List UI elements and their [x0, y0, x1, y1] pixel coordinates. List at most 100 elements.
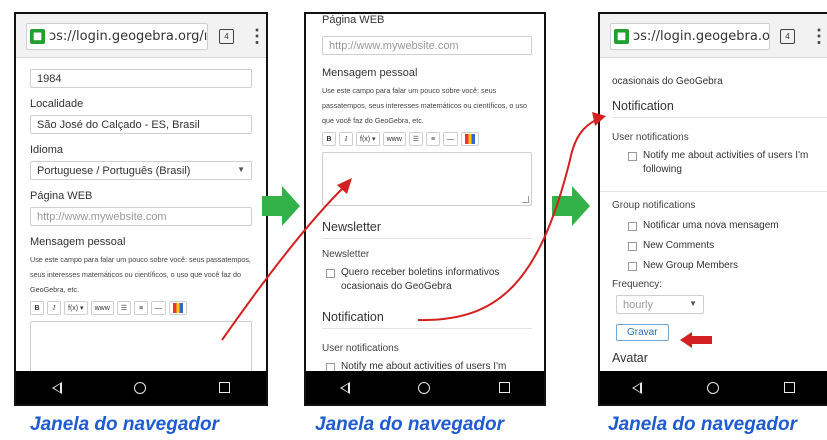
page-content: Página WEB http://www.mywebsite.com Mens… — [306, 14, 544, 371]
group-option[interactable]: Notificar uma nova mensagem — [612, 219, 827, 233]
page-content: 1984 Localidade São José do Calçado - ES… — [16, 58, 266, 371]
frequency-value: hourly — [623, 299, 653, 311]
group-option[interactable]: New Comments — [612, 239, 827, 253]
tabs-icon[interactable]: 4 — [219, 29, 234, 44]
group-option-label: New Comments — [643, 240, 715, 251]
formula-button[interactable]: f(x) ▾ — [64, 301, 88, 315]
horizontal-rule-button[interactable]: — — [443, 132, 459, 146]
url-text: ɔs://login.geogebra.org/ı — [633, 29, 770, 44]
editor-toolbar: B I f(x) ▾ www ☰ ≡ — — [322, 132, 532, 146]
birth-year-field[interactable]: 1984 — [30, 69, 252, 88]
localidade-field[interactable]: São José do Calçado - ES, Brasil — [30, 115, 252, 134]
color-button[interactable] — [461, 132, 480, 146]
newsletter-option[interactable]: Quero receber boletins informativos ocas… — [322, 266, 532, 294]
tabs-icon[interactable]: 4 — [780, 29, 795, 44]
group-notifications-label: Group notifications — [600, 191, 827, 211]
message-label: Mensagem pessoal — [322, 67, 418, 79]
bold-button[interactable]: B — [322, 132, 336, 146]
notification-heading: Notification — [322, 310, 532, 329]
caption-browser-window: Janela do navegador — [315, 414, 505, 435]
recents-icon[interactable] — [218, 382, 230, 393]
group-option-checkbox[interactable] — [628, 262, 637, 271]
notify-users-option[interactable]: Notify me about activities of users I'm … — [612, 149, 827, 177]
home-icon[interactable] — [418, 381, 431, 394]
android-nav-bar — [600, 371, 827, 404]
browser-toolbar: ■ ɔs://login.geogebra.org/ı 4 ⋮ — [16, 14, 266, 58]
idioma-label: Idioma — [30, 144, 64, 156]
address-bar[interactable]: ■ ɔs://login.geogebra.org/ı — [26, 23, 208, 50]
idioma-value: Portuguese / Português (Brasil) — [37, 165, 191, 177]
overflow-menu-icon[interactable]: ⋮ — [248, 24, 266, 48]
formula-button[interactable]: f(x) ▾ — [356, 132, 380, 146]
back-icon[interactable] — [52, 381, 63, 394]
group-option-checkbox[interactable] — [628, 222, 637, 231]
frequency-label: Frequency: — [612, 279, 663, 290]
back-icon[interactable] — [340, 381, 351, 394]
group-option-label: Notificar uma nova mensagem — [643, 220, 779, 231]
message-label: Mensagem pessoal — [30, 236, 126, 248]
localidade-label: Localidade — [30, 98, 84, 110]
lock-icon: ■ — [30, 29, 45, 44]
message-help-text: Use este campo para falar um pouco sobre… — [30, 255, 251, 294]
newsletter-continued-text: ocasionais do GeoGebra — [612, 76, 723, 87]
android-nav-bar — [306, 371, 544, 404]
recents-icon[interactable] — [498, 382, 510, 393]
notify-users-checkbox[interactable] — [628, 152, 637, 161]
numbered-list-button[interactable]: ≡ — [134, 301, 149, 315]
chevron-down-icon: ▼ — [689, 299, 697, 308]
newsletter-checkbox[interactable] — [326, 269, 335, 278]
webpage-field[interactable]: http://www.mywebsite.com — [30, 207, 252, 226]
italic-button[interactable]: I — [339, 132, 353, 146]
caption-browser-window: Janela do navegador — [30, 414, 220, 435]
home-icon[interactable] — [134, 381, 147, 394]
chevron-down-icon: ▼ — [237, 165, 245, 174]
back-icon[interactable] — [632, 381, 643, 394]
caption-browser-window: Janela do navegador — [608, 414, 798, 435]
color-button[interactable] — [169, 301, 188, 315]
horizontal-rule-button[interactable]: — — [151, 301, 167, 315]
android-nav-bar — [16, 371, 266, 404]
color-palette-icon — [465, 134, 476, 144]
notify-users-option[interactable]: Notify me about activities of users I'm — [322, 360, 532, 371]
address-bar[interactable]: ■ ɔs://login.geogebra.org/ı — [610, 23, 770, 50]
webpage-label: Página WEB — [322, 14, 385, 26]
phone-screen-3: ■ ɔs://login.geogebra.org/ı 4 ⋮ ocasiona… — [598, 12, 827, 406]
link-button[interactable]: www — [382, 132, 406, 146]
message-help-text: Use este campo para falar um pouco sobre… — [322, 86, 527, 125]
recents-icon[interactable] — [783, 382, 795, 393]
editor-toolbar: B I f(x) ▾ www ☰ ≡ — — [30, 301, 252, 315]
message-textarea[interactable] — [322, 152, 532, 206]
newsletter-label: Newsletter — [322, 249, 370, 260]
group-option-checkbox[interactable] — [628, 242, 637, 251]
browser-toolbar: ■ ɔs://login.geogebra.org/ı 4 ⋮ — [600, 14, 827, 58]
idioma-select[interactable]: Portuguese / Português (Brasil) ▼ — [30, 161, 252, 180]
bullet-list-button[interactable]: ☰ — [116, 301, 132, 315]
italic-button[interactable]: I — [47, 301, 61, 315]
phone-screen-2: Página WEB http://www.mywebsite.com Mens… — [304, 12, 546, 406]
notify-users-label: Notify me about activities of users I'm — [341, 361, 507, 371]
notification-heading: Notification — [612, 99, 827, 118]
webpage-label: Página WEB — [30, 190, 93, 202]
user-notifications-label: User notifications — [612, 132, 689, 143]
home-icon[interactable] — [706, 381, 719, 394]
message-textarea[interactable] — [30, 321, 252, 371]
newsletter-option-label: Quero receber boletins informativos ocas… — [341, 267, 500, 292]
avatar-heading: Avatar — [612, 351, 648, 365]
group-option-label: New Group Members — [643, 260, 739, 271]
frequency-select[interactable]: hourly ▼ — [616, 295, 704, 314]
lock-icon: ■ — [614, 29, 629, 44]
overflow-menu-icon[interactable]: ⋮ — [810, 24, 827, 48]
notify-users-label: Notify me about activities of users I'm … — [643, 150, 809, 175]
webpage-field[interactable]: http://www.mywebsite.com — [322, 36, 532, 55]
next-step-arrow-icon — [552, 186, 590, 226]
page-content: ocasionais do GeoGebra Notification User… — [600, 58, 827, 371]
numbered-list-button[interactable]: ≡ — [426, 132, 441, 146]
bullet-list-button[interactable]: ☰ — [408, 132, 424, 146]
link-button[interactable]: www — [90, 301, 114, 315]
save-button[interactable]: Gravar — [616, 324, 669, 341]
group-option[interactable]: New Group Members — [612, 259, 827, 273]
bold-button[interactable]: B — [30, 301, 44, 315]
color-palette-icon — [173, 303, 184, 313]
user-notifications-label: User notifications — [322, 343, 399, 354]
notify-users-checkbox[interactable] — [326, 363, 335, 371]
